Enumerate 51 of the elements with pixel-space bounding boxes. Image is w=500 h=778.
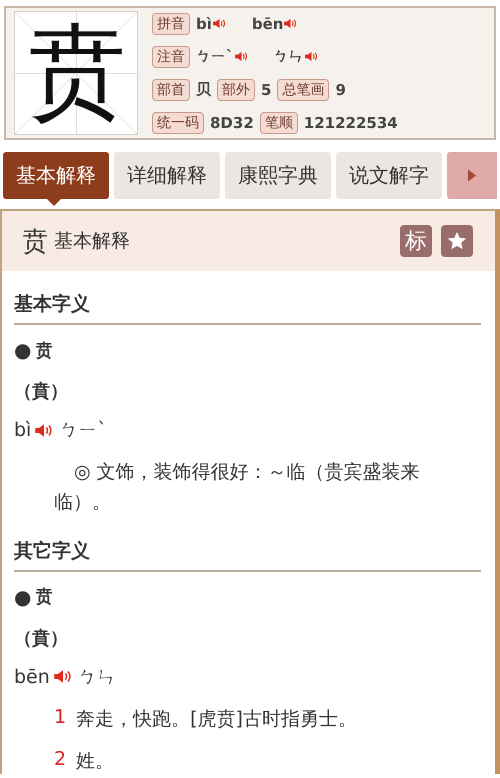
- speaker-icon[interactable]: [234, 51, 248, 62]
- definition-text: ◎ 文饰，装饰得很好：～临（贵宾盛装来临）。: [54, 460, 421, 516]
- zhuyin: ㄅㄣ: [78, 664, 116, 690]
- field-label: 拼音: [152, 12, 190, 34]
- speaker-icon[interactable]: [284, 18, 298, 29]
- definition-text: 姓。: [76, 748, 114, 774]
- field-label: 笔顺: [260, 112, 298, 134]
- tab-pointer-icon: [47, 199, 61, 206]
- tab[interactable]: 详细解释: [114, 152, 220, 199]
- speaker-icon[interactable]: [54, 669, 72, 684]
- favorite-button[interactable]: [441, 225, 473, 257]
- entry-character: 贲: [35, 586, 52, 608]
- field-value: 5: [261, 80, 272, 98]
- field-label: 总笔画: [277, 78, 330, 100]
- panel-character: 贲: [22, 226, 48, 258]
- pronunciation: bēn: [252, 14, 284, 32]
- pronunciation: ㄅㄣ: [274, 47, 304, 66]
- field-value: 121222534: [304, 114, 398, 132]
- definition-text: 奔走，快跑。[虎贲]古时指勇士。: [76, 706, 357, 732]
- tab[interactable]: 说文解字: [336, 152, 442, 199]
- pinyin: bì: [14, 419, 32, 441]
- field-label: 统一码: [152, 112, 204, 134]
- field-label: 部首: [152, 78, 190, 100]
- panel-title: 基本解释: [54, 229, 130, 254]
- section-heading: 基本字义: [14, 271, 481, 325]
- traditional-form: （賁）: [14, 380, 69, 403]
- field-value: 9: [335, 80, 346, 98]
- speaker-icon[interactable]: [212, 18, 226, 29]
- definition-number: 1: [54, 706, 66, 730]
- character-glyph: 贲: [26, 23, 126, 123]
- entry-character: 贲: [35, 340, 52, 362]
- pinyin: bēn: [14, 666, 50, 688]
- bullet-icon: ●: [14, 584, 32, 609]
- mark-button[interactable]: 标: [400, 225, 432, 257]
- bullet-icon: ●: [14, 338, 32, 362]
- field-label: 注音: [152, 46, 190, 68]
- pronunciation: ㄅㄧˋ: [196, 47, 234, 66]
- field-value: 贝: [196, 80, 211, 99]
- field-value: 8D32: [210, 114, 254, 132]
- speaker-icon[interactable]: [304, 51, 318, 62]
- traditional-form: （賁）: [14, 626, 69, 650]
- star-icon: [446, 230, 468, 252]
- speaker-icon[interactable]: [35, 422, 54, 438]
- tab[interactable]: 康熙字典: [225, 152, 331, 199]
- field-label: 部外: [217, 78, 255, 100]
- zhuyin: ㄅㄧˋ: [59, 418, 107, 443]
- pronunciation: bì: [196, 14, 212, 32]
- right-arrow-icon: [468, 169, 476, 182]
- definition-number: 2: [54, 748, 66, 772]
- tab[interactable]: 基本解释: [3, 152, 109, 199]
- section-heading: 其它字义: [14, 518, 481, 572]
